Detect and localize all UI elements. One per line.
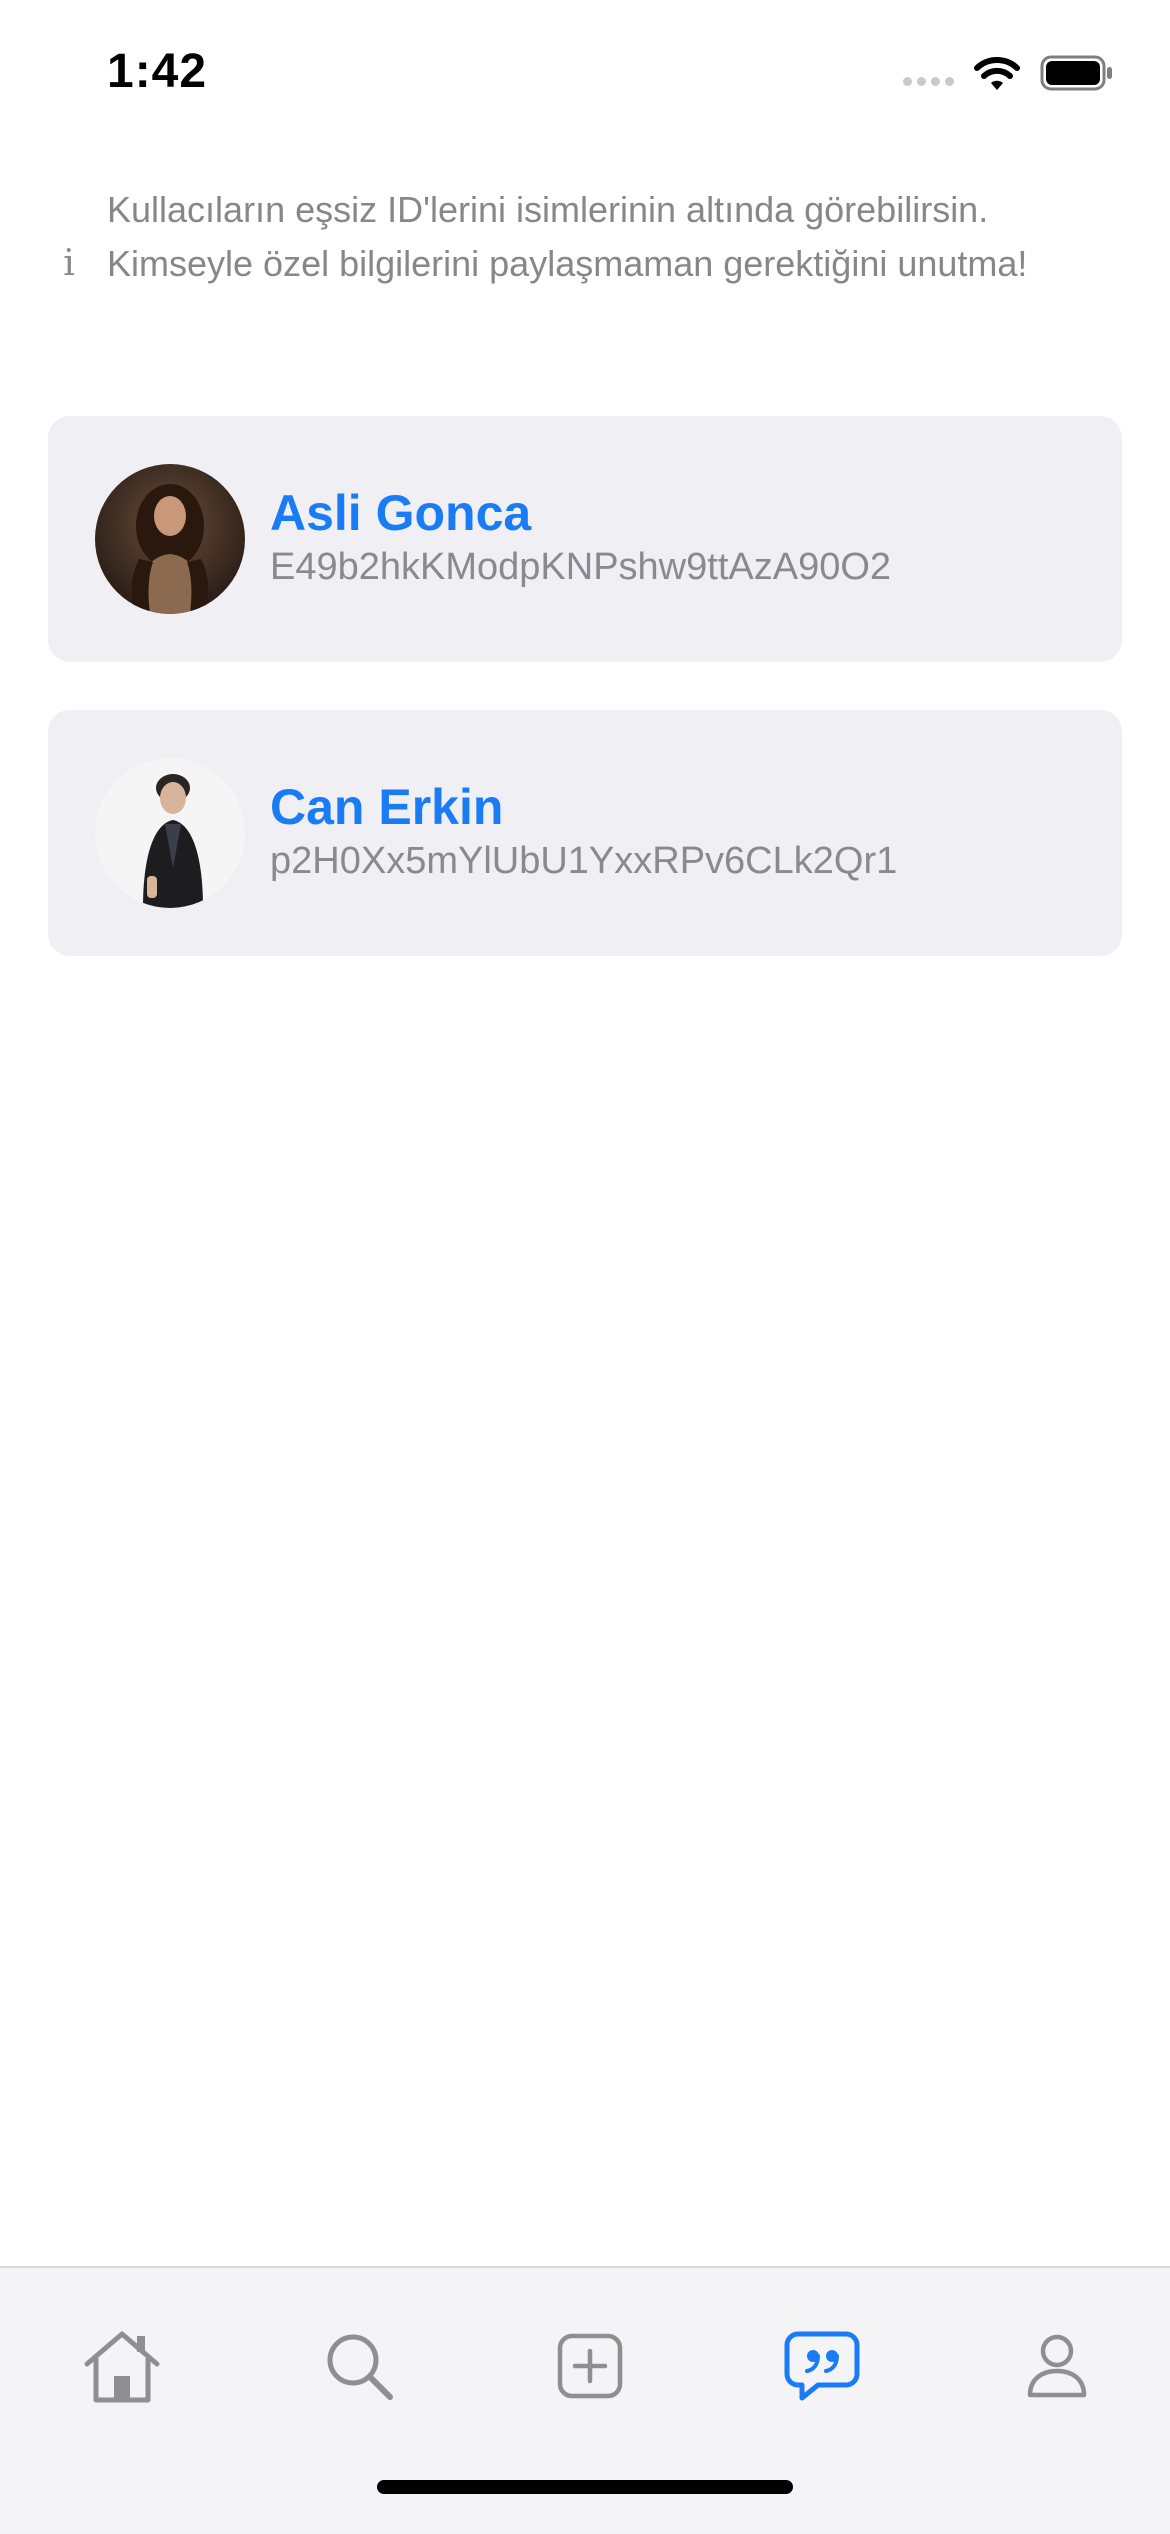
tab-add[interactable] xyxy=(548,2326,632,2410)
info-icon: i xyxy=(63,243,75,284)
user-card[interactable]: Asli Gonca E49b2hkKModpKNPshw9ttAzA90O2 xyxy=(48,416,1122,662)
user-id: E49b2hkKModpKNPshw9ttAzA90O2 xyxy=(270,546,892,588)
wifi-icon xyxy=(972,54,1022,97)
cellular-signal-icon xyxy=(903,76,954,86)
tab-messages[interactable] xyxy=(780,2326,864,2410)
user-name: Asli Gonca xyxy=(270,485,532,541)
search-icon xyxy=(323,2330,395,2407)
tab-search[interactable] xyxy=(317,2326,401,2410)
user-card[interactable]: Can Erkin p2H0Xx5mYlUbU1YxxRPv6CLk2Qr1 xyxy=(48,710,1122,956)
user-id: p2H0Xx5mYlUbU1YxxRPv6CLk2Qr1 xyxy=(270,840,898,882)
user-name: Can Erkin xyxy=(270,779,504,835)
tab-profile[interactable] xyxy=(1015,2326,1099,2410)
avatar xyxy=(95,758,245,908)
tab-home[interactable] xyxy=(80,2326,164,2410)
add-square-icon xyxy=(557,2333,623,2404)
battery-icon xyxy=(1040,55,1114,96)
status-time: 1:42 xyxy=(107,45,208,98)
home-icon xyxy=(81,2328,163,2409)
chat-quote-icon xyxy=(784,2330,860,2407)
home-indicator xyxy=(377,2480,793,2494)
avatar xyxy=(95,464,245,614)
notice-text: Kullacıların eşsiz ID'lerini isimlerinin… xyxy=(107,189,1028,284)
profile-icon xyxy=(1026,2333,1088,2404)
status-indicators xyxy=(903,50,1114,100)
